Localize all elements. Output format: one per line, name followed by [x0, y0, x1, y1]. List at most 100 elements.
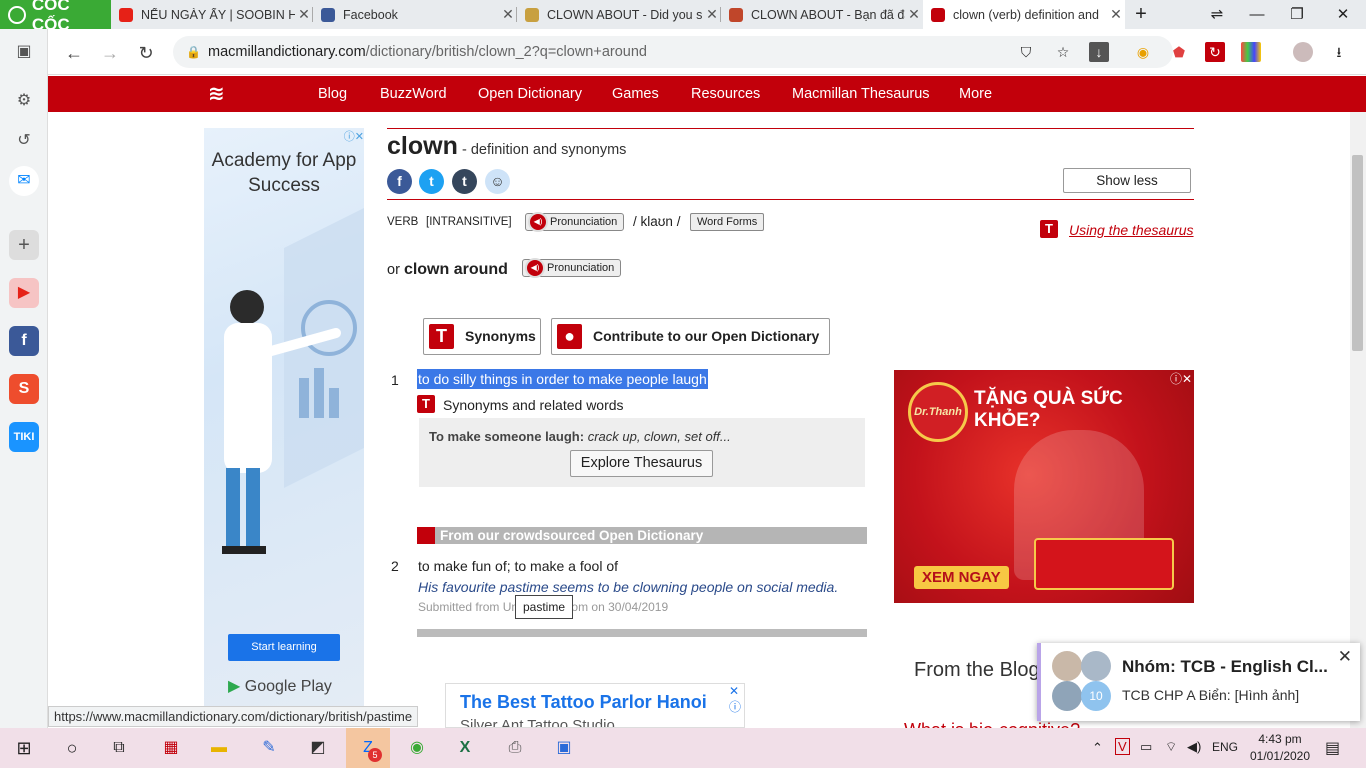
synonyms-button[interactable]: T Synonyms	[423, 318, 541, 355]
avatar	[1052, 651, 1082, 681]
blog-teaser-link[interactable]: What is bio-cognitive?	[904, 720, 1080, 728]
sense-2-example[interactable]: His favourite pastime seems to be clowni…	[418, 579, 838, 595]
paint-app-icon[interactable]: ✎	[255, 734, 283, 762]
youtube-sidebar-icon[interactable]: ▶	[9, 278, 39, 308]
tiki-icon[interactable]: TIKI	[9, 422, 39, 452]
clock[interactable]: 4:43 pm 01/01/2020	[1246, 731, 1314, 765]
pronunciation-label: Pronunciation	[550, 216, 618, 228]
xem-ngay-button[interactable]: XEM NGAY	[914, 566, 1009, 589]
pronunciation-button[interactable]: ◀) Pronunciation	[525, 212, 625, 232]
sticky-notes-icon[interactable]: ◩	[304, 734, 332, 762]
settings-gear-icon[interactable]: ⚙	[9, 86, 39, 116]
ad-choices-icon[interactable]: ✕ ⓘ	[729, 684, 741, 715]
part-of-speech: VERB	[387, 216, 419, 228]
close-tab-icon[interactable]: ✕	[499, 6, 517, 23]
window-close-icon[interactable]: ✕	[1323, 0, 1363, 29]
right-ad[interactable]: ⓘ✕ Dr.Thanh TẶNG QUÀ SỨC KHỎE? XEM NGAY	[894, 370, 1194, 603]
clock-time: 4:43 pm	[1258, 732, 1302, 746]
profile-avatar-icon[interactable]	[1293, 42, 1313, 62]
explore-thesaurus-button[interactable]: Explore Thesaurus	[570, 450, 713, 477]
app-icon[interactable]: ▦	[157, 734, 185, 762]
google-play-badge[interactable]: ▶ Google Play	[228, 676, 348, 696]
tab-menu-icon[interactable]: ⇌	[1197, 0, 1237, 29]
restore-icon[interactable]: ❐	[1277, 0, 1317, 29]
sidebar-toggle-icon[interactable]: ▣	[9, 37, 39, 67]
word-forms-button[interactable]: Word Forms	[690, 213, 765, 231]
shield-icon[interactable]: ⛉	[1016, 42, 1036, 62]
notifications-icon[interactable]: ▤	[1325, 738, 1340, 758]
tab-clown-about-1[interactable]: CLOWN ABOUT - Did you s ✕	[517, 0, 721, 29]
unikey-icon[interactable]: V	[1115, 738, 1130, 755]
nav-blog[interactable]: Blog	[318, 76, 347, 112]
chat-notification[interactable]: 10 Nhóm: TCB - English Cl... TCB CHP A B…	[1037, 643, 1360, 721]
utility-app-icon[interactable]: ▣	[550, 734, 578, 762]
reload-icon[interactable]: ↻	[132, 39, 160, 67]
coccoc-extension-icon[interactable]: ◉	[1133, 42, 1153, 62]
share-twitter-icon[interactable]: t	[419, 169, 444, 194]
wifi-icon[interactable]: ⌔	[1165, 739, 1177, 755]
contribute-button[interactable]: ● Contribute to our Open Dictionary	[551, 318, 830, 355]
synonyms-related-label[interactable]: Synonyms and related words	[443, 397, 624, 413]
nav-buzzword[interactable]: BuzzWord	[380, 76, 447, 112]
share-tumblr-icon[interactable]: t	[452, 169, 477, 194]
color-extension-icon[interactable]	[1241, 42, 1261, 62]
language-indicator[interactable]: ENG	[1212, 740, 1238, 754]
close-tab-icon[interactable]: ✕	[905, 6, 923, 23]
bottom-ad[interactable]: ✕ ⓘ The Best Tattoo Parlor Hanoi Silver A…	[445, 683, 745, 728]
shopee-icon[interactable]: S	[9, 374, 39, 404]
nav-open-dictionary[interactable]: Open Dictionary	[478, 76, 582, 112]
coccoc-brand[interactable]: CỐC CỐC	[0, 0, 111, 34]
ad-choices-icon[interactable]: ⓘ✕	[344, 128, 364, 144]
scrollbar-thumb[interactable]	[1352, 155, 1363, 351]
tab-clown-about-2[interactable]: CLOWN ABOUT - Bạn đã đă ✕	[721, 0, 923, 29]
bookmark-star-icon[interactable]: ☆	[1053, 42, 1073, 62]
download-savior-icon[interactable]: ↓	[1089, 42, 1109, 62]
search-icon[interactable]: ○	[58, 734, 86, 762]
battery-icon[interactable]: ▭	[1140, 739, 1152, 755]
back-arrow-icon[interactable]: ←	[60, 39, 88, 67]
tab-youtube[interactable]: NẾU NGÀY ẤY | SOOBIN HO ✕	[111, 0, 313, 29]
nav-resources[interactable]: Resources	[691, 76, 760, 112]
pronunciation-button-phrasal[interactable]: ◀) Pronunciation	[522, 258, 622, 278]
printer-icon[interactable]: ⎙	[501, 734, 529, 762]
file-explorer-icon[interactable]: ▬	[205, 734, 233, 762]
volume-icon[interactable]: ◀)	[1187, 739, 1201, 755]
messenger-icon[interactable]: ✉	[9, 166, 39, 196]
task-view-icon[interactable]: ⧉	[105, 734, 133, 762]
download-icon[interactable]: ⭳	[1329, 42, 1349, 62]
minimize-icon[interactable]: —	[1237, 0, 1277, 29]
tab-facebook[interactable]: Facebook ✕	[313, 0, 517, 29]
close-tab-icon[interactable]: ✕	[703, 6, 721, 23]
tab-macmillan-active[interactable]: clown (verb) definition and ✕	[923, 0, 1125, 29]
forward-arrow-icon[interactable]: →	[96, 39, 124, 67]
left-ad[interactable]: ⓘ✕ Academy for App Success Start learnin…	[204, 128, 364, 708]
nav-games[interactable]: Games	[612, 76, 659, 112]
bottom-ad-title[interactable]: The Best Tattoo Parlor Hanoi	[460, 692, 707, 713]
show-less-button[interactable]: Show less	[1063, 168, 1191, 193]
synonyms-list[interactable]: crack up, clown, set off...	[584, 429, 731, 444]
add-app-icon[interactable]: +	[9, 230, 39, 260]
windows-start-icon[interactable]: ⊞	[10, 734, 38, 762]
history-icon[interactable]: ↺	[9, 126, 39, 156]
excel-icon[interactable]: X	[451, 734, 479, 762]
adblock-icon[interactable]: ⬟	[1169, 42, 1189, 62]
new-tab-button[interactable]: +	[1121, 0, 1161, 29]
share-facebook-icon[interactable]: f	[387, 169, 412, 194]
facebook-sidebar-icon[interactable]: f	[9, 326, 39, 356]
close-icon[interactable]: ✕	[1338, 647, 1352, 667]
close-tab-icon[interactable]: ✕	[295, 6, 313, 23]
thesaurus-icon: T	[429, 324, 454, 349]
start-learning-button[interactable]: Start learning	[228, 634, 340, 661]
ad-choices-icon[interactable]: ⓘ✕	[1170, 370, 1192, 387]
share-reddit-icon[interactable]: ☺	[485, 169, 510, 194]
using-thesaurus-link[interactable]: Using the thesaurus	[1069, 222, 1194, 238]
coccoc-taskbar-icon[interactable]: ◉	[403, 734, 431, 762]
macmillan-extension-icon[interactable]: ↻	[1205, 42, 1225, 62]
speaker-icon: ◀)	[528, 212, 548, 232]
zalo-icon[interactable]: Z5	[346, 728, 390, 768]
nav-macmillan-thesaurus[interactable]: Macmillan Thesaurus	[792, 76, 930, 112]
sense-1-definition-selected[interactable]: to do silly things in order to make peop…	[417, 369, 708, 389]
tray-overflow-icon[interactable]: ⌃	[1092, 740, 1103, 756]
nav-more[interactable]: More	[959, 76, 992, 112]
macmillan-logo-icon[interactable]: ≋	[208, 83, 234, 105]
